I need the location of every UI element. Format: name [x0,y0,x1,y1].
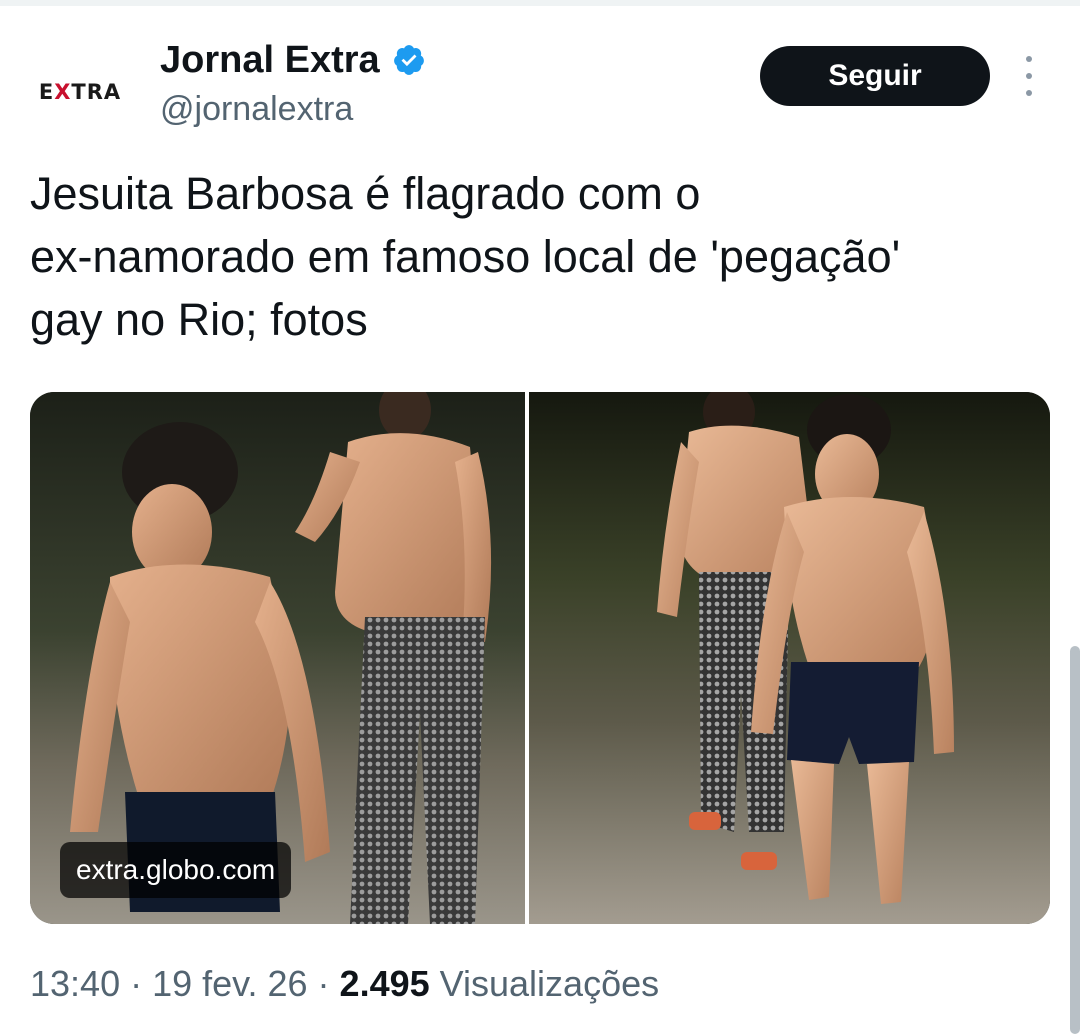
meta-separator: · [307,963,340,1004]
tweet-card: EXTRA Jornal Extra @jornalextra Seguir J… [0,6,1080,1034]
tweet-meta: 13:40 · 19 fev. 26 · 2.495 Visualizações [30,962,659,1006]
views-label: Visualizações [429,963,660,1004]
name-row: Jornal Extra [160,38,426,82]
tweet-text: Jesuita Barbosa é flagrado com o ex-namo… [30,168,901,345]
meta-separator: · [120,963,153,1004]
follow-button[interactable]: Seguir [760,46,990,106]
scrollbar[interactable] [1070,646,1080,1034]
avatar[interactable]: EXTRA [28,50,132,134]
views-count[interactable]: 2.495 [340,963,430,1004]
photo-2[interactable] [529,392,1050,924]
tweet-time[interactable]: 13:40 [30,963,120,1004]
verified-badge-icon [393,45,424,75]
tweet-date[interactable]: 19 fev. 26 [152,963,307,1004]
more-vertical-icon[interactable] [1014,56,1044,96]
media-grid[interactable]: extra.globo.com [30,392,1050,924]
extra-logo: EXTRA [38,80,122,104]
display-name[interactable]: Jornal Extra [160,38,380,82]
source-badge[interactable]: extra.globo.com [60,842,292,898]
handle[interactable]: @jornalextra [160,88,353,130]
